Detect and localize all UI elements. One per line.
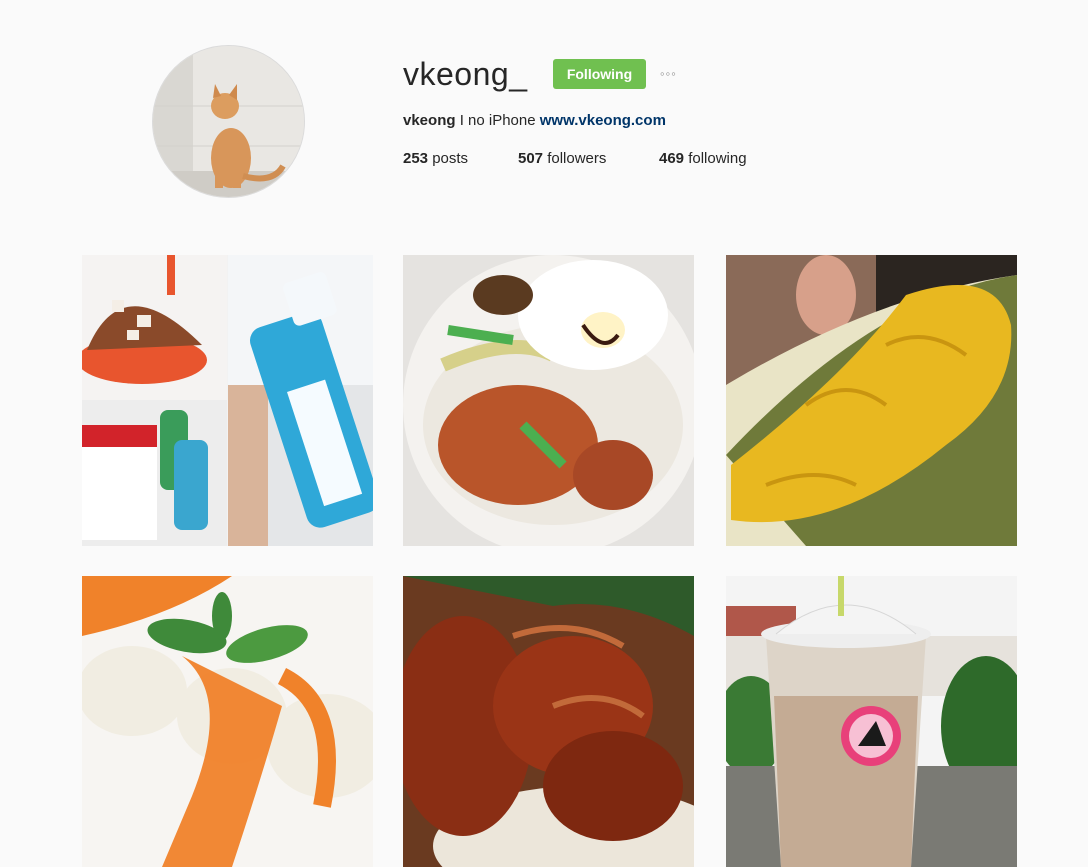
roast-chicken-photo	[403, 576, 694, 867]
post-thumbnail[interactable]	[726, 576, 1017, 867]
followers-stat[interactable]: 507 followers	[518, 149, 606, 169]
durian-photo	[726, 255, 1017, 546]
following-button[interactable]: Following	[553, 59, 646, 89]
cat-photo	[153, 46, 304, 197]
website-link[interactable]: www.vkeong.com	[540, 112, 666, 129]
posts-label: posts	[432, 150, 469, 167]
bio-text: I no iPhone	[459, 112, 536, 129]
posts-count: 253	[403, 150, 429, 167]
post-thumbnail[interactable]	[82, 576, 373, 867]
following-label: following	[688, 150, 747, 167]
bio-name: vkeong	[403, 112, 456, 129]
post-thumbnail[interactable]	[726, 255, 1017, 546]
rice-dish-photo	[403, 255, 694, 546]
posts-stat: 253 posts	[403, 149, 468, 169]
post-thumbnail[interactable]	[82, 255, 373, 546]
collage-photo	[82, 255, 373, 546]
profile-bio: vkeong I no iPhone www.vkeong.com	[403, 111, 666, 131]
coconut-rolls-photo	[82, 576, 373, 867]
iced-drink-photo	[726, 576, 1017, 867]
post-thumbnail[interactable]	[403, 576, 694, 867]
following-stat[interactable]: 469 following	[659, 149, 747, 169]
more-options-button[interactable]: ◦◦◦	[660, 64, 690, 84]
followers-count: 507	[518, 150, 544, 167]
followers-label: followers	[547, 150, 607, 167]
profile-username: vkeong_	[403, 56, 528, 92]
post-thumbnail[interactable]	[403, 255, 694, 546]
following-count: 469	[659, 150, 685, 167]
profile-avatar	[152, 45, 305, 198]
